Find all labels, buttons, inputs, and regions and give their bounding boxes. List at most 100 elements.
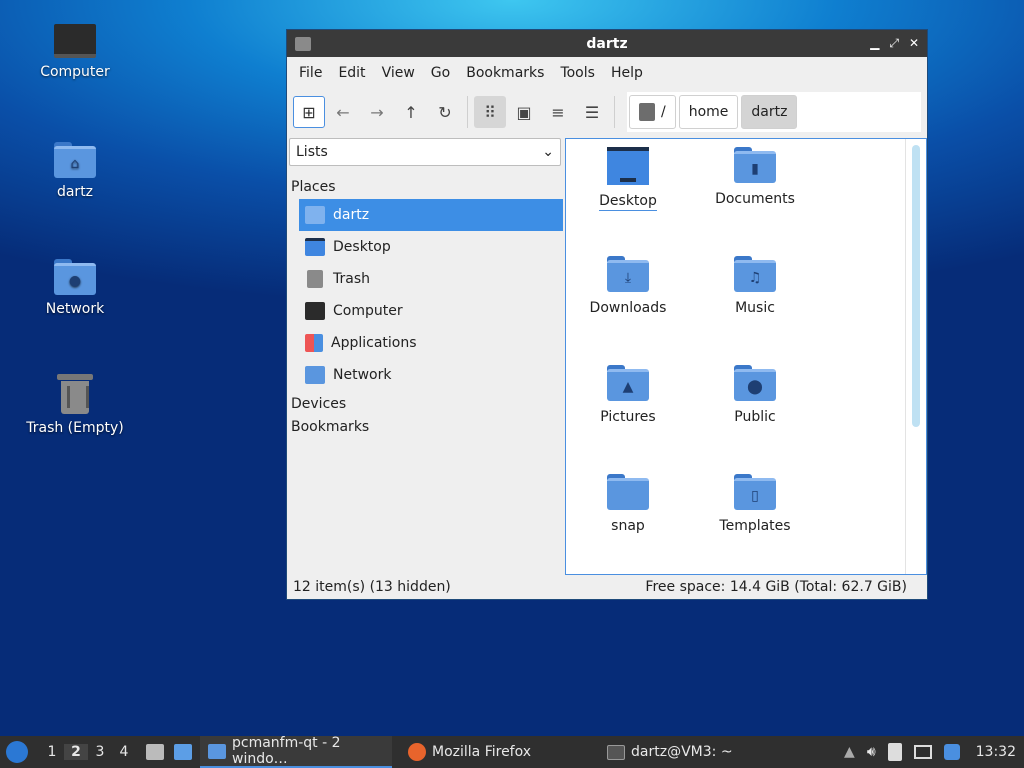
free-space: Free space: 14.4 GiB (Total: 62.7 GiB) <box>645 579 907 595</box>
devices-heading[interactable]: Devices <box>289 393 563 416</box>
file-item-label: Pictures <box>600 409 656 425</box>
places-heading[interactable]: Places <box>289 176 563 199</box>
sidebar-item-desktop[interactable]: Desktop <box>299 231 563 263</box>
file-item-label: Public <box>734 409 776 425</box>
chevron-down-icon: ⌄ <box>542 144 554 160</box>
start-menu-icon[interactable] <box>6 741 28 763</box>
file-item-music[interactable]: ♫ Music <box>695 256 815 316</box>
toolbar-separator <box>614 96 615 128</box>
bookmarks-heading[interactable]: Bookmarks <box>289 416 563 439</box>
minimize-icon[interactable]: ▁ <box>870 36 879 51</box>
sidebar-item-label: Computer <box>333 303 403 319</box>
sidebar-item-label: Applications <box>331 335 417 351</box>
menu-tools[interactable]: Tools <box>552 65 603 81</box>
volume-icon[interactable]: 🔊︎ <box>867 744 876 760</box>
vertical-scrollbar[interactable] <box>912 145 920 427</box>
task-label: pcmanfm-qt - 2 windo… <box>232 735 341 767</box>
file-item-label: Desktop <box>599 193 657 211</box>
sidebar-item-network[interactable]: Network <box>299 359 563 391</box>
file-item-snap[interactable]: snap <box>568 474 688 534</box>
forward-button[interactable]: → <box>361 96 393 128</box>
trash-icon <box>57 374 93 414</box>
side-pane-mode-label: Lists <box>296 144 328 160</box>
detailed-list-icon: ☰ <box>584 102 600 122</box>
home-folder-icon: ⌂ <box>54 142 96 178</box>
file-item-templates[interactable]: ▯ Templates <box>695 474 815 534</box>
detailed-view-button[interactable]: ☰ <box>576 96 608 128</box>
clock[interactable]: 13:32 <box>976 744 1016 760</box>
menu-edit[interactable]: Edit <box>330 65 373 81</box>
path-segment-home[interactable]: home <box>678 95 739 129</box>
templates-folder-icon: ▯ <box>734 474 776 510</box>
compact-view-button[interactable]: ≡ <box>542 96 574 128</box>
desktop-icon <box>305 238 325 256</box>
public-folder-icon: ⬤ <box>734 365 776 401</box>
desktop-icon-label: Computer <box>40 64 110 80</box>
update-icon[interactable] <box>943 744 960 760</box>
path-segment-dartz[interactable]: dartz <box>741 95 798 129</box>
music-folder-icon: ♫ <box>734 256 776 292</box>
maximize-icon[interactable]: ⤢ <box>889 36 899 51</box>
workspace-1[interactable]: 1 <box>40 744 64 760</box>
file-item-pictures[interactable]: ▲ Pictures <box>568 365 688 425</box>
reload-button[interactable]: ↻ <box>429 96 461 128</box>
menu-go[interactable]: Go <box>423 65 458 81</box>
up-button[interactable]: ↑ <box>395 96 427 128</box>
workspace-4[interactable]: 4 <box>112 744 136 760</box>
desktop-icon-network[interactable]: ● Network <box>20 259 130 317</box>
file-item-documents[interactable]: ▮ Documents <box>695 147 815 207</box>
workspace-2[interactable]: 2 <box>64 744 88 760</box>
path-root-button[interactable]: / <box>629 95 676 129</box>
menubar: File Edit View Go Bookmarks Tools Help <box>287 57 927 89</box>
taskbar: 1 2 3 4 pcmanfm-qt - 2 windo… Mozilla Fi… <box>0 735 1024 768</box>
desktop-icon-home[interactable]: ⌂ dartz <box>20 142 130 200</box>
clipboard-icon[interactable] <box>887 743 902 761</box>
close-icon[interactable]: ✕ <box>909 36 919 51</box>
desktop-icon <box>607 147 649 185</box>
icon-view-button[interactable]: ⠿ <box>474 96 506 128</box>
task-label: dartz@VM3: ~ <box>631 744 733 760</box>
file-item-label: Downloads <box>589 300 667 316</box>
new-tab-button[interactable]: ⊞ <box>293 96 325 128</box>
sidebar-item-applications[interactable]: Applications <box>299 327 563 359</box>
menu-bookmarks[interactable]: Bookmarks <box>458 65 552 81</box>
folder-icon <box>607 474 649 510</box>
thumbnail-view-button[interactable]: ▣ <box>508 96 540 128</box>
drive-icon <box>639 103 655 121</box>
toolbar-separator <box>467 96 468 128</box>
menu-view[interactable]: View <box>374 65 423 81</box>
network-folder-icon: ● <box>54 259 96 295</box>
desktop-icon-computer[interactable]: Computer <box>20 24 130 80</box>
sidebar-item-computer[interactable]: Computer <box>299 295 563 327</box>
applications-icon <box>305 334 323 352</box>
sidebar-item-trash[interactable]: Trash <box>299 263 563 295</box>
task-label: Mozilla Firefox <box>432 744 532 760</box>
menu-file[interactable]: File <box>291 65 330 81</box>
file-item-label: Music <box>735 300 775 316</box>
grid-icon: ⠿ <box>484 102 496 122</box>
file-item-downloads[interactable]: ⤓ Downloads <box>568 256 688 316</box>
desktop-switch-icon[interactable] <box>174 744 192 760</box>
side-pane-mode-select[interactable]: Lists ⌄ <box>289 138 561 166</box>
titlebar[interactable]: dartz ▁ ⤢ ✕ <box>287 30 927 57</box>
network-icon[interactable] <box>913 745 932 759</box>
task-terminal[interactable]: dartz@VM3: ~ <box>599 736 741 768</box>
task-firefox[interactable]: Mozilla Firefox <box>400 736 539 768</box>
firefox-icon <box>408 743 426 761</box>
task-pcmanfm[interactable]: pcmanfm-qt - 2 windo… <box>200 735 392 768</box>
terminal-icon <box>607 744 626 760</box>
back-button[interactable]: ← <box>327 96 359 128</box>
file-item-public[interactable]: ⬤ Public <box>695 365 815 425</box>
arrow-right-icon: → <box>370 102 384 122</box>
sidebar-item-dartz[interactable]: dartz <box>299 199 563 231</box>
show-desktop-icon[interactable] <box>146 744 164 760</box>
toolbar: ⊞ ← → ↑ ↻ ⠿ ▣ ≡ ☰ / home dartz <box>287 89 927 135</box>
pictures-folder-icon: ▲ <box>607 365 649 401</box>
desktop-icon-label: Trash (Empty) <box>26 420 124 436</box>
file-item-desktop[interactable]: Desktop <box>568 147 688 211</box>
workspace-3[interactable]: 3 <box>88 744 112 760</box>
desktop-icon-trash[interactable]: Trash (Empty) <box>20 374 130 436</box>
arrow-left-icon: ← <box>336 102 350 122</box>
tray-arrow-icon[interactable]: ▲ <box>844 744 855 760</box>
menu-help[interactable]: Help <box>603 65 651 81</box>
